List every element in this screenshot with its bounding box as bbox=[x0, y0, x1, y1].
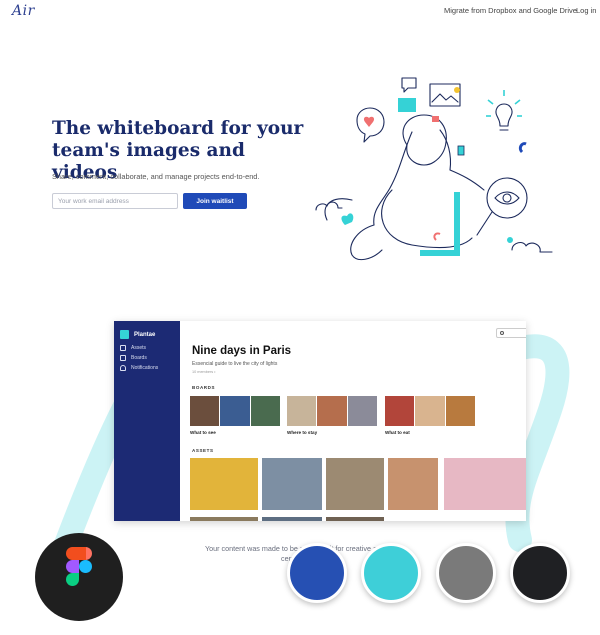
boards-section-label: BOARDS bbox=[192, 385, 216, 390]
asset-thumbnail[interactable] bbox=[444, 458, 526, 510]
hero-illustration bbox=[315, 77, 553, 261]
asset-thumbnail[interactable] bbox=[326, 458, 384, 510]
asset-thumbnail[interactable] bbox=[262, 517, 322, 521]
board-card-what-to-eat[interactable] bbox=[385, 396, 475, 426]
assets-icon bbox=[120, 345, 126, 351]
board-thumbnail bbox=[385, 396, 415, 426]
email-input[interactable] bbox=[52, 193, 178, 209]
board-thumbnail bbox=[287, 396, 317, 426]
sidebar-item-notifications[interactable]: Notifications bbox=[120, 365, 158, 371]
asset-thumbnail[interactable] bbox=[388, 458, 438, 510]
sidebar-item-boards[interactable]: Boards bbox=[120, 355, 147, 361]
air-logo[interactable]: Air bbox=[12, 3, 35, 19]
app-search-input[interactable] bbox=[496, 328, 526, 338]
join-waitlist-button[interactable]: Join waitlist bbox=[183, 193, 247, 209]
sidebar-item-label: Boards bbox=[131, 355, 147, 361]
board-thumbnail bbox=[190, 396, 220, 426]
search-icon bbox=[500, 331, 504, 335]
figma-icon bbox=[66, 547, 92, 586]
bell-icon bbox=[120, 365, 126, 371]
workspace-logo bbox=[120, 330, 129, 339]
board-card-where-to-stay[interactable] bbox=[287, 396, 377, 426]
board-thumbnail bbox=[445, 396, 475, 426]
board-caption[interactable]: Where to stay bbox=[287, 430, 317, 435]
login-link[interactable]: Log in bbox=[576, 6, 596, 15]
figma-logo-badge bbox=[35, 533, 123, 621]
boards-icon bbox=[120, 355, 126, 361]
asset-thumbnail[interactable] bbox=[262, 458, 322, 510]
asset-thumbnail[interactable] bbox=[190, 517, 258, 521]
board-thumbnail bbox=[347, 396, 377, 426]
app-sidebar: Plantae Assets Boards Notifications bbox=[114, 321, 180, 521]
board-card-what-to-see[interactable] bbox=[190, 396, 280, 426]
sidebar-item-label: Assets bbox=[131, 345, 147, 351]
board-thumbnail bbox=[220, 396, 250, 426]
color-swatch-black[interactable] bbox=[510, 543, 570, 603]
board-members[interactable]: 10 members • bbox=[192, 370, 216, 374]
color-swatch-blue[interactable] bbox=[287, 543, 347, 603]
board-caption[interactable]: What to eat bbox=[385, 430, 410, 435]
hero-subtitle: Share, comment, collaborate, and manage … bbox=[52, 172, 260, 181]
board-description: Essencial guide to live the city of ligh… bbox=[192, 361, 278, 367]
assets-section-label: ASSETS bbox=[192, 448, 214, 453]
app-main: Nine days in Paris Essencial guide to li… bbox=[180, 321, 526, 521]
board-thumbnail bbox=[415, 396, 445, 426]
workspace-switcher[interactable]: Plantae bbox=[120, 330, 155, 339]
workspace-name: Plantae bbox=[134, 331, 156, 338]
board-thumbnail bbox=[250, 396, 280, 426]
migrate-link[interactable]: Migrate from Dropbox and Google Drive bbox=[444, 6, 577, 15]
color-swatch-teal[interactable] bbox=[361, 543, 421, 603]
asset-thumbnail[interactable] bbox=[326, 517, 384, 521]
sidebar-item-label: Notifications bbox=[131, 365, 159, 371]
top-nav: Air Migrate from Dropbox and Google Driv… bbox=[0, 0, 600, 22]
board-caption[interactable]: What to see bbox=[190, 430, 216, 435]
asset-thumbnail[interactable] bbox=[190, 458, 258, 510]
color-swatch-gray[interactable] bbox=[436, 543, 496, 603]
board-title: Nine days in Paris bbox=[192, 345, 292, 357]
sidebar-item-assets[interactable]: Assets bbox=[120, 345, 146, 351]
board-thumbnail bbox=[317, 396, 347, 426]
app-window: Plantae Assets Boards Notifications Nine… bbox=[114, 321, 526, 521]
